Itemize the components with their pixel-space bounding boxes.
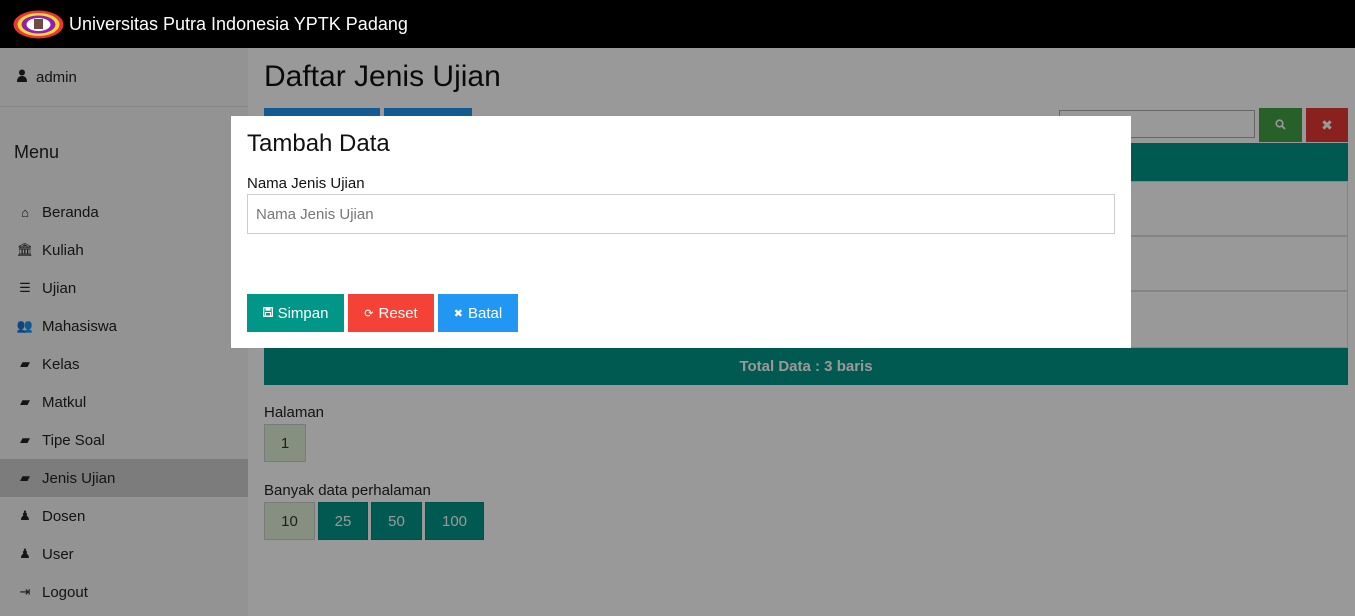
close-icon: ✖ (453, 307, 463, 320)
reset-button[interactable]: ⟳ Reset (348, 294, 434, 332)
field-label: Nama Jenis Ujian (247, 175, 365, 192)
nama-jenis-ujian-input[interactable] (247, 194, 1115, 234)
save-button-label: Simpan (277, 304, 329, 322)
cancel-button[interactable]: ✖ Batal (438, 294, 518, 332)
brand-title[interactable]: Universitas Putra Indonesia YPTK Padang (69, 14, 408, 35)
save-icon (262, 306, 273, 320)
cancel-button-label: Batal (468, 304, 503, 322)
university-logo (13, 10, 64, 38)
refresh-icon: ⟳ (364, 307, 374, 320)
save-button[interactable]: Simpan (247, 294, 344, 332)
top-navbar: Universitas Putra Indonesia YPTK Padang (0, 0, 1355, 48)
reset-button-label: Reset (378, 304, 418, 322)
modal-title: Tambah Data (247, 130, 390, 157)
add-data-modal: Tambah Data Nama Jenis Ujian Simpan ⟳ Re… (231, 116, 1131, 348)
